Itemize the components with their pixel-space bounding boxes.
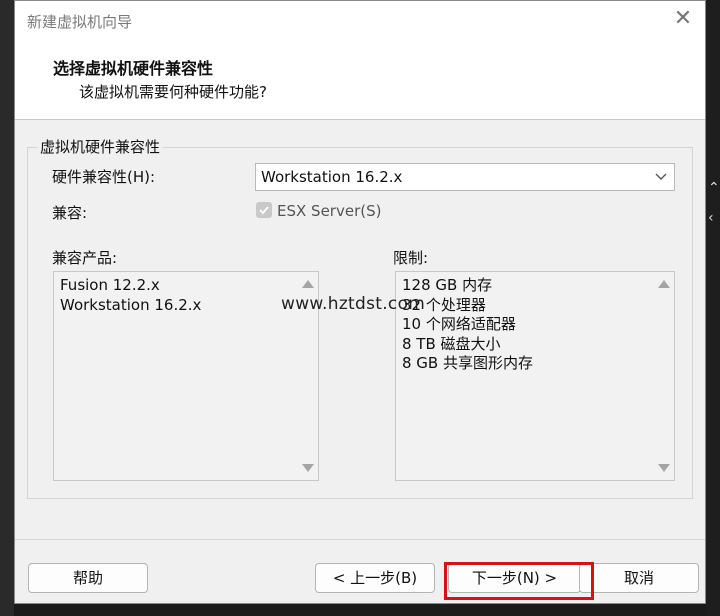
- background-left: [0, 0, 14, 616]
- scroll-down-icon[interactable]: [658, 464, 670, 472]
- page-subtitle: 该虚拟机需要何种硬件功能?: [79, 83, 267, 101]
- close-icon[interactable]: ✕: [671, 7, 695, 31]
- hardware-compat-value: Workstation 16.2.x: [261, 168, 403, 186]
- cancel-button[interactable]: 取消: [579, 563, 699, 593]
- scroll-down-icon[interactable]: [302, 464, 314, 472]
- new-vm-wizard-dialog: 新建虚拟机向导 ✕ 选择虚拟机硬件兼容性 该虚拟机需要何种硬件功能? 虚拟机硬件…: [14, 0, 706, 604]
- list-item: 8 TB 磁盘大小: [402, 334, 501, 353]
- esx-server-label: ESX Server(S): [277, 202, 382, 220]
- group-legend: 虚拟机硬件兼容性: [37, 136, 164, 157]
- back-button[interactable]: < 上一步(B): [315, 563, 435, 593]
- scroll-up-icon[interactable]: [658, 280, 670, 288]
- list-item: 8 GB 共享图形内存: [402, 354, 533, 373]
- list-item: 128 GB 内存: [402, 276, 493, 294]
- limits-listbox[interactable]: 128 GB 内存 32 个处理器 10 个网络适配器 8 TB 磁盘大小 8 …: [395, 271, 675, 481]
- window-title: 新建虚拟机向导: [27, 13, 133, 31]
- bg-glyph: ‹: [708, 210, 714, 226]
- watermark: www.hztdst.com: [281, 294, 426, 314]
- list-item[interactable]: Fusion 12.2.x: [60, 276, 201, 296]
- esx-server-checkbox[interactable]: [256, 202, 272, 218]
- bg-glyph: ⌃: [708, 180, 720, 196]
- checkmark-icon: [259, 206, 269, 215]
- background-right: ⌃ ‹: [706, 0, 720, 616]
- scroll-up-icon[interactable]: [302, 280, 314, 288]
- hardware-compat-select[interactable]: Workstation 16.2.x: [255, 163, 675, 191]
- button-bar-divider: [15, 539, 705, 540]
- page-title: 选择虚拟机硬件兼容性: [53, 59, 214, 78]
- hardware-compat-label: 硬件兼容性(H):: [52, 168, 156, 186]
- chevron-down-icon: [655, 173, 667, 180]
- products-label: 兼容产品:: [52, 249, 118, 267]
- list-item: 10 个网络适配器: [402, 315, 516, 334]
- wizard-header: 选择虚拟机硬件兼容性 该虚拟机需要何种硬件功能?: [15, 39, 705, 120]
- help-button[interactable]: 帮助: [28, 563, 148, 593]
- limits-label: 限制:: [393, 249, 429, 267]
- limits-scrollbar[interactable]: [654, 272, 674, 480]
- title-bar: 新建虚拟机向导 ✕: [15, 1, 705, 39]
- list-item[interactable]: Workstation 16.2.x: [60, 296, 201, 316]
- compat-label: 兼容:: [52, 204, 88, 222]
- products-listbox[interactable]: Fusion 12.2.x Workstation 16.2.x: [53, 271, 319, 481]
- next-button-highlight: [444, 562, 594, 600]
